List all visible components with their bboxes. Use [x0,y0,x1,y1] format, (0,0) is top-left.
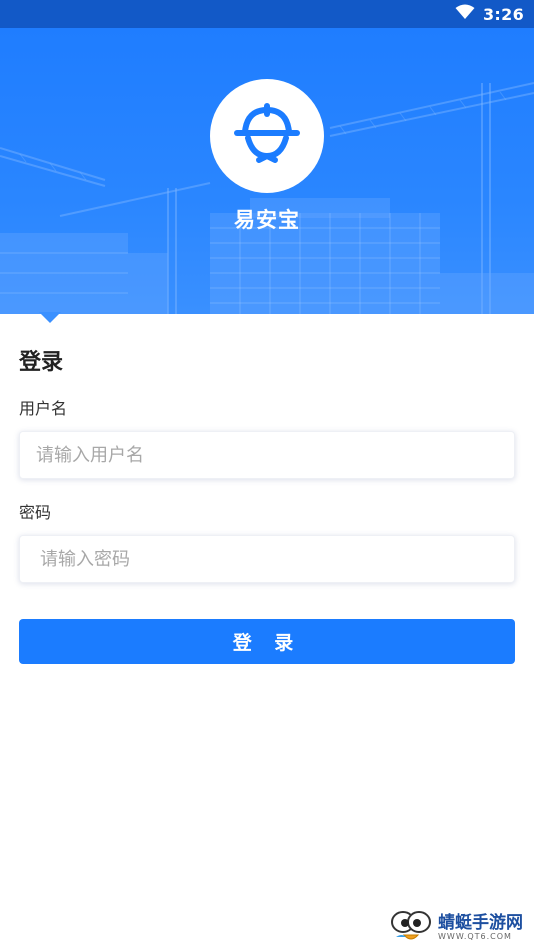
header-banner: 易安宝 [0,28,534,314]
login-title: 登录 [19,350,64,375]
dragonfly-mascot-icon [388,907,434,949]
banner-pointer [39,312,61,323]
app-name: 易安宝 [234,208,300,232]
username-input[interactable] [20,432,514,478]
watermark-url: WWW.QT6.COM [438,932,512,941]
app-logo [210,79,324,193]
hard-hat-icon [231,102,303,170]
wifi-icon [455,4,475,24]
username-field-container[interactable] [19,431,515,479]
status-time: 3:26 [483,4,524,24]
password-field-container[interactable] [19,535,515,583]
password-label: 密码 [19,503,52,522]
login-screen: 3:26 易安宝 登录 用户名 请输入用户名 密码 登 录 蜻蜓手游网 WWW.… [0,0,534,949]
username-label: 用户名 [19,399,68,418]
watermark-name: 蜻蜓手游网 [438,913,523,933]
watermark: 蜻蜓手游网 WWW.QT6.COM [388,908,523,948]
login-button[interactable]: 登 录 [19,619,515,664]
status-bar: 3:26 [0,0,534,28]
password-input[interactable] [20,536,514,582]
